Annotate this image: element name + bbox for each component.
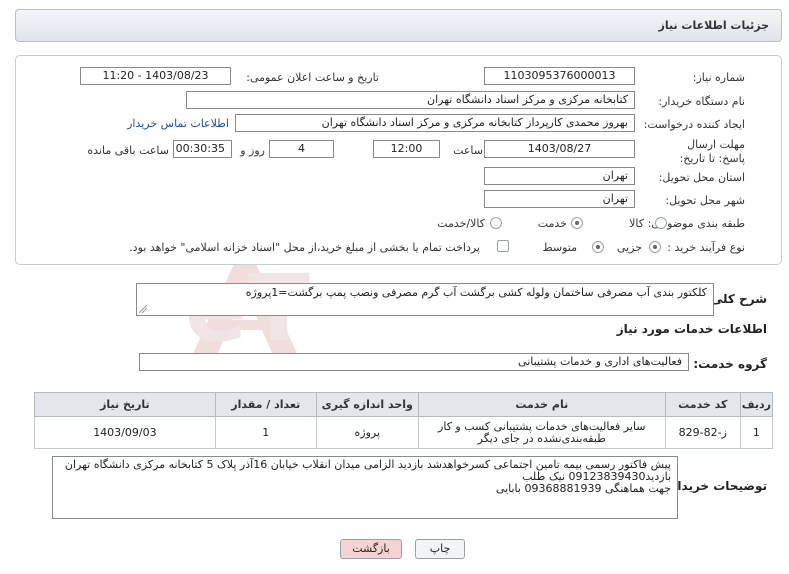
- buyer-desc-textarea[interactable]: پیش فاکتور رسمی بیمه تامین اجتماعی کسرخو…: [52, 456, 678, 519]
- deadline-time-label: ساعت: [453, 144, 483, 157]
- category-goods-radio[interactable]: [655, 217, 667, 229]
- col-service-code: کد خدمت: [664, 392, 741, 417]
- process-medium-radio[interactable]: [592, 241, 604, 253]
- days-remaining-field: 4: [269, 140, 334, 158]
- cell-row: 1: [739, 416, 774, 449]
- deadline-time-field: 12:00: [373, 140, 440, 158]
- creator-field: بهروز محمدی کارپرداز کتابخانه مرکزی و مر…: [235, 114, 635, 132]
- buyer-org-field: کتابخانه مرکزی و مرکز اسناد دانشگاه تهرا…: [186, 91, 635, 109]
- category-goods-service-label: کالا/خدمت: [437, 217, 485, 230]
- need-number-field: 1103095376000013: [484, 67, 635, 85]
- process-medium-label: متوسط: [542, 241, 577, 254]
- summary-text: کلکتور بندی آب مصرفی ساختمان ولوله کشی ب…: [245, 286, 707, 299]
- category-service-radio[interactable]: [571, 217, 583, 229]
- buyer-contact-link[interactable]: اطلاعات تماس خریدار: [127, 117, 229, 130]
- resize-handle-icon[interactable]: [139, 305, 147, 313]
- col-row: ردیف: [739, 392, 774, 417]
- col-quantity: تعداد / مقدار: [214, 392, 317, 417]
- service-group-label: گروه خدمت:: [693, 357, 767, 371]
- treasury-note: پرداخت تمام یا بخشی از مبلغ خرید،از محل …: [129, 241, 480, 254]
- deadline-date-field: 1403/08/27: [484, 140, 635, 158]
- treasury-checkbox[interactable]: [497, 240, 509, 252]
- announce-label: تاریخ و ساعت اعلان عمومی:: [246, 71, 379, 84]
- buyer-org-label: نام دستگاه خریدار:: [658, 95, 745, 108]
- cell-service-code: ز-82-829: [664, 416, 741, 449]
- city-field: تهران: [484, 190, 635, 208]
- cell-service-name: سایر فعالیت‌های خدمات پشتیبانی کسب و کار…: [417, 416, 666, 449]
- deadline-label: مهلت ارسال پاسخ: تا تاریخ:: [679, 138, 745, 165]
- announce-date-field: 1403/08/23 - 11:20: [80, 67, 231, 85]
- col-unit: واحد اندازه گیری: [315, 392, 419, 417]
- details-panel: [15, 55, 782, 265]
- print-button[interactable]: چاپ: [415, 539, 465, 559]
- col-need-date: تاریخ نیاز: [34, 392, 216, 417]
- time-remaining-label: ساعت باقی مانده: [87, 144, 169, 157]
- category-goods-service-radio[interactable]: [490, 217, 502, 229]
- city-label: شهر محل تحویل:: [665, 194, 745, 207]
- need-number-label: شماره نیاز:: [692, 71, 745, 84]
- table-header-row: ردیف کد خدمت نام خدمت واحد اندازه گیری ت…: [34, 392, 774, 417]
- days-label: روز و: [240, 144, 265, 157]
- page-title: جزئیات اطلاعات نیاز: [658, 19, 770, 32]
- back-button[interactable]: بازگشت: [340, 539, 402, 559]
- province-label: استان محل تحویل:: [658, 171, 745, 184]
- buyer-desc-line: جهت هماهنگی 09368881939 بابایی: [495, 482, 671, 495]
- services-heading: اطلاعات خدمات مورد نیاز: [616, 322, 767, 336]
- process-partial-label: جزیی: [616, 241, 642, 254]
- category-goods-label: کالا: [629, 217, 644, 230]
- services-table: ردیف کد خدمت نام خدمت واحد اندازه گیری ت…: [34, 392, 774, 449]
- province-field: تهران: [484, 167, 635, 185]
- cell-quantity: 1: [214, 416, 317, 449]
- cell-need-date: 1403/09/03: [34, 416, 216, 449]
- col-service-name: نام خدمت: [417, 392, 666, 417]
- cell-unit: پروژه: [315, 416, 419, 449]
- process-partial-radio[interactable]: [649, 241, 661, 253]
- service-group-field: فعالیت‌های اداری و خدمات پشتیبانی: [139, 353, 689, 371]
- table-row: 1 ز-82-829 سایر فعالیت‌های خدمات پشتیبان…: [34, 416, 774, 449]
- buyer-desc-label: توضیحات خریدار:: [665, 479, 767, 493]
- creator-label: ایجاد کننده درخواست:: [643, 118, 745, 131]
- time-remaining-field: 00:30:35: [173, 140, 232, 158]
- process-label: نوع فرآیند خرید :: [667, 241, 745, 254]
- category-service-label: خدمت: [537, 217, 567, 230]
- header-bar: جزئیات اطلاعات نیاز: [15, 9, 782, 42]
- summary-textarea[interactable]: کلکتور بندی آب مصرفی ساختمان ولوله کشی ب…: [136, 283, 714, 316]
